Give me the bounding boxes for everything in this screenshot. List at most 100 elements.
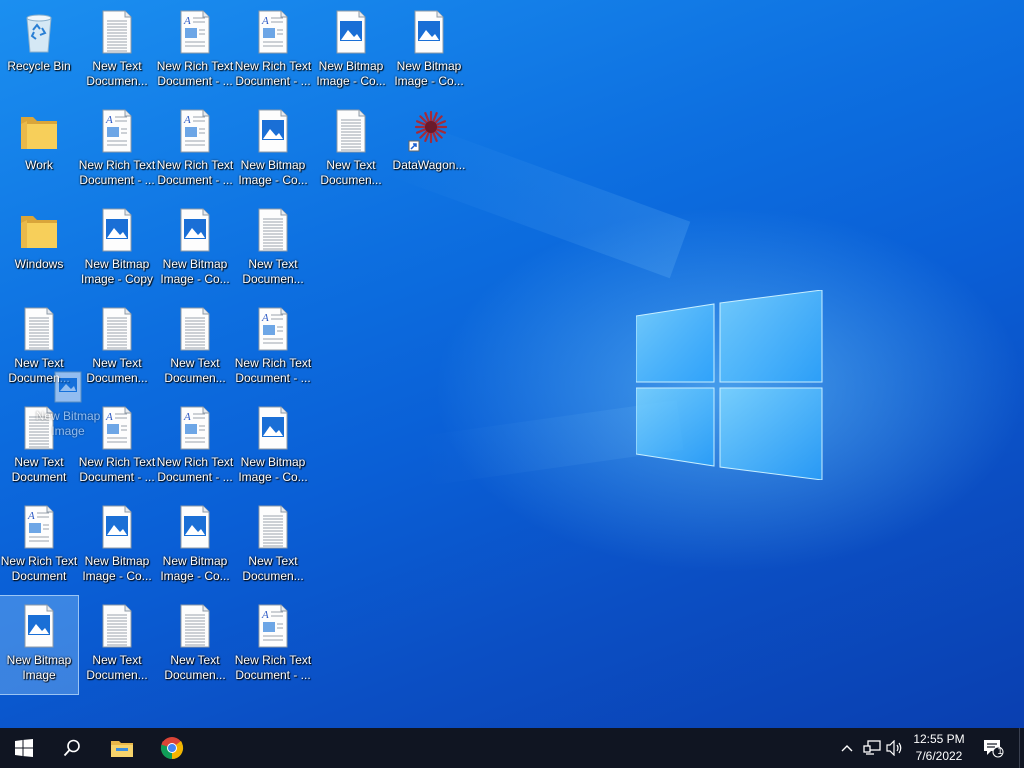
desktop-icon-label: New Bitmap Image - Co... <box>82 554 152 583</box>
svg-text:A: A <box>105 411 113 423</box>
desktop-icon[interactable]: New Bitmap Image - Co... <box>156 497 234 595</box>
desktop-icon[interactable]: New Bitmap Image - Co... <box>312 2 390 100</box>
show-desktop-button[interactable] <box>1019 728 1024 768</box>
svg-text:A: A <box>261 312 269 324</box>
desktop-icon-label: New Bitmap Image - Co... <box>160 554 230 583</box>
desktop-icon[interactable]: Recycle Bin <box>0 2 78 100</box>
desktop-icon-label: New Text Documen... <box>242 554 304 583</box>
desktop-icon-label: New Text Documen... <box>86 653 148 682</box>
desktop-icon[interactable]: Windows <box>0 200 78 298</box>
text-document-icon <box>336 109 366 153</box>
chrome-icon <box>160 737 184 760</box>
bitmap-image-icon <box>258 406 288 450</box>
desktop-icon[interactable]: A New Rich Text Document - ... <box>78 101 156 199</box>
drag-ghost-icon: New Bitmap Image <box>30 370 106 439</box>
desktop-icon[interactable]: A New Rich Text Document - ... <box>156 2 234 100</box>
taskbar-file-explorer[interactable] <box>98 728 146 768</box>
rich-text-document-icon: A <box>258 10 288 54</box>
folder-icon <box>21 216 57 248</box>
desktop-icon-label: New Rich Text Document - ... <box>156 59 234 88</box>
desktop-icon-label: New Rich Text Document - ... <box>234 653 312 682</box>
text-document-icon <box>24 307 54 351</box>
rich-text-document-icon: A <box>258 604 288 648</box>
bitmap-image-icon <box>24 604 54 648</box>
desktop-icon[interactable]: New Bitmap Image - Copy <box>78 200 156 298</box>
desktop-icon-label: New Rich Text Document - ... <box>156 455 234 484</box>
folder-icon <box>21 117 57 149</box>
desktop-icon[interactable]: New Text Documen... <box>156 299 234 397</box>
network-icon <box>863 740 881 755</box>
text-document-icon <box>180 604 210 648</box>
search-button[interactable] <box>48 728 96 768</box>
desktop-icon[interactable]: New Text Documen... <box>234 497 312 595</box>
desktop-icon-label: New Bitmap Image - Co... <box>238 455 308 484</box>
text-document-icon <box>102 307 132 351</box>
network-button[interactable] <box>860 728 884 768</box>
volume-button[interactable] <box>884 728 906 768</box>
taskbar: 12:55 PM 7/6/2022 1 <box>0 728 1024 768</box>
text-document-icon <box>102 604 132 648</box>
desktop-icon[interactable]: A New Rich Text Document - ... <box>234 596 312 694</box>
desktop-icon[interactable]: A New Rich Text Document - ... <box>234 299 312 397</box>
rich-text-document-icon: A <box>258 307 288 351</box>
clock-date: 7/6/2022 <box>915 749 963 763</box>
desktop-icon-label: New Bitmap Image - Co... <box>316 59 386 88</box>
desktop-icon-label: Recycle Bin <box>7 59 71 73</box>
bitmap-image-icon <box>102 208 132 252</box>
desktop[interactable]: Recycle Bin New Text Documen... A New Rich … <box>0 0 1024 728</box>
bitmap-image-icon <box>258 109 288 153</box>
bitmap-image-icon <box>414 10 444 54</box>
desktop-icon[interactable]: New Text Documen... <box>78 2 156 100</box>
svg-text:A: A <box>261 15 269 27</box>
rich-text-document-icon: A <box>180 406 210 450</box>
windows-logo-wallpaper <box>636 290 823 480</box>
desktop-icon[interactable]: A New Rich Text Document - ... <box>234 2 312 100</box>
desktop-icon[interactable]: New Bitmap Image - Co... <box>390 2 468 100</box>
desktop-icon[interactable]: A New Rich Text Document - ... <box>156 398 234 496</box>
desktop-icon-label: Work <box>25 158 53 172</box>
desktop-icon-label: New Rich Text Document <box>0 554 78 583</box>
taskbar-chrome[interactable] <box>148 728 196 768</box>
svg-text:A: A <box>183 114 191 126</box>
desktop-icon[interactable]: A New Rich Text Document <box>0 497 78 595</box>
desktop-icon-label: New Text Documen... <box>242 257 304 286</box>
desktop-icon-label: Windows <box>14 257 64 271</box>
svg-text:A: A <box>27 510 35 522</box>
desktop-icon[interactable]: New Bitmap Image - Co... <box>78 497 156 595</box>
desktop-icon[interactable]: New Bitmap Image - Co... <box>234 398 312 496</box>
taskbar-clock[interactable]: 12:55 PM 7/6/2022 <box>904 731 974 765</box>
desktop-icon-label: New Bitmap Image - Copy <box>80 257 154 286</box>
desktop-icon[interactable]: Work <box>0 101 78 199</box>
desktop-icon[interactable]: New Text Documen... <box>78 596 156 694</box>
text-document-icon <box>180 307 210 351</box>
recycle-bin-icon <box>26 14 52 53</box>
file-explorer-icon <box>111 741 133 757</box>
text-document-icon <box>258 505 288 549</box>
svg-text:A: A <box>183 15 191 27</box>
desktop-icon[interactable]: New Bitmap Image - Co... <box>156 200 234 298</box>
desktop-icon[interactable]: New Text Documen... <box>234 200 312 298</box>
desktop-icon[interactable]: New Text Documen... <box>312 101 390 199</box>
desktop-icon[interactable]: A New Rich Text Document - ... <box>156 101 234 199</box>
chevron-up-icon <box>841 745 853 752</box>
search-icon <box>63 739 80 757</box>
start-button[interactable] <box>0 728 48 768</box>
desktop-icon[interactable]: New Bitmap Image <box>0 595 79 695</box>
text-document-icon <box>258 208 288 252</box>
desktop-icon[interactable]: New Text Documen... <box>156 596 234 694</box>
svg-text:A: A <box>105 114 113 126</box>
desktop-icon-label: New Bitmap Image - Co... <box>160 257 230 286</box>
desktop-icon-label: New Rich Text Document - ... <box>78 158 156 187</box>
desktop-icon[interactable]: New Bitmap Image - Co... <box>234 101 312 199</box>
desktop-icon-label: New Text Documen... <box>86 59 148 88</box>
action-center-button[interactable]: 1 <box>978 728 1008 768</box>
show-hidden-icons-button[interactable] <box>836 728 858 768</box>
svg-text:A: A <box>183 411 191 423</box>
windows-start-icon <box>15 739 33 757</box>
rich-text-document-icon: A <box>180 109 210 153</box>
desktop-icon[interactable]: DataWagon... <box>390 101 468 199</box>
volume-icon <box>886 740 902 756</box>
datawagon-shortcut-icon <box>408 110 448 152</box>
desktop-icon-label: New Bitmap Image - Co... <box>394 59 464 88</box>
desktop-icon-label: New Text Documen... <box>320 158 382 187</box>
